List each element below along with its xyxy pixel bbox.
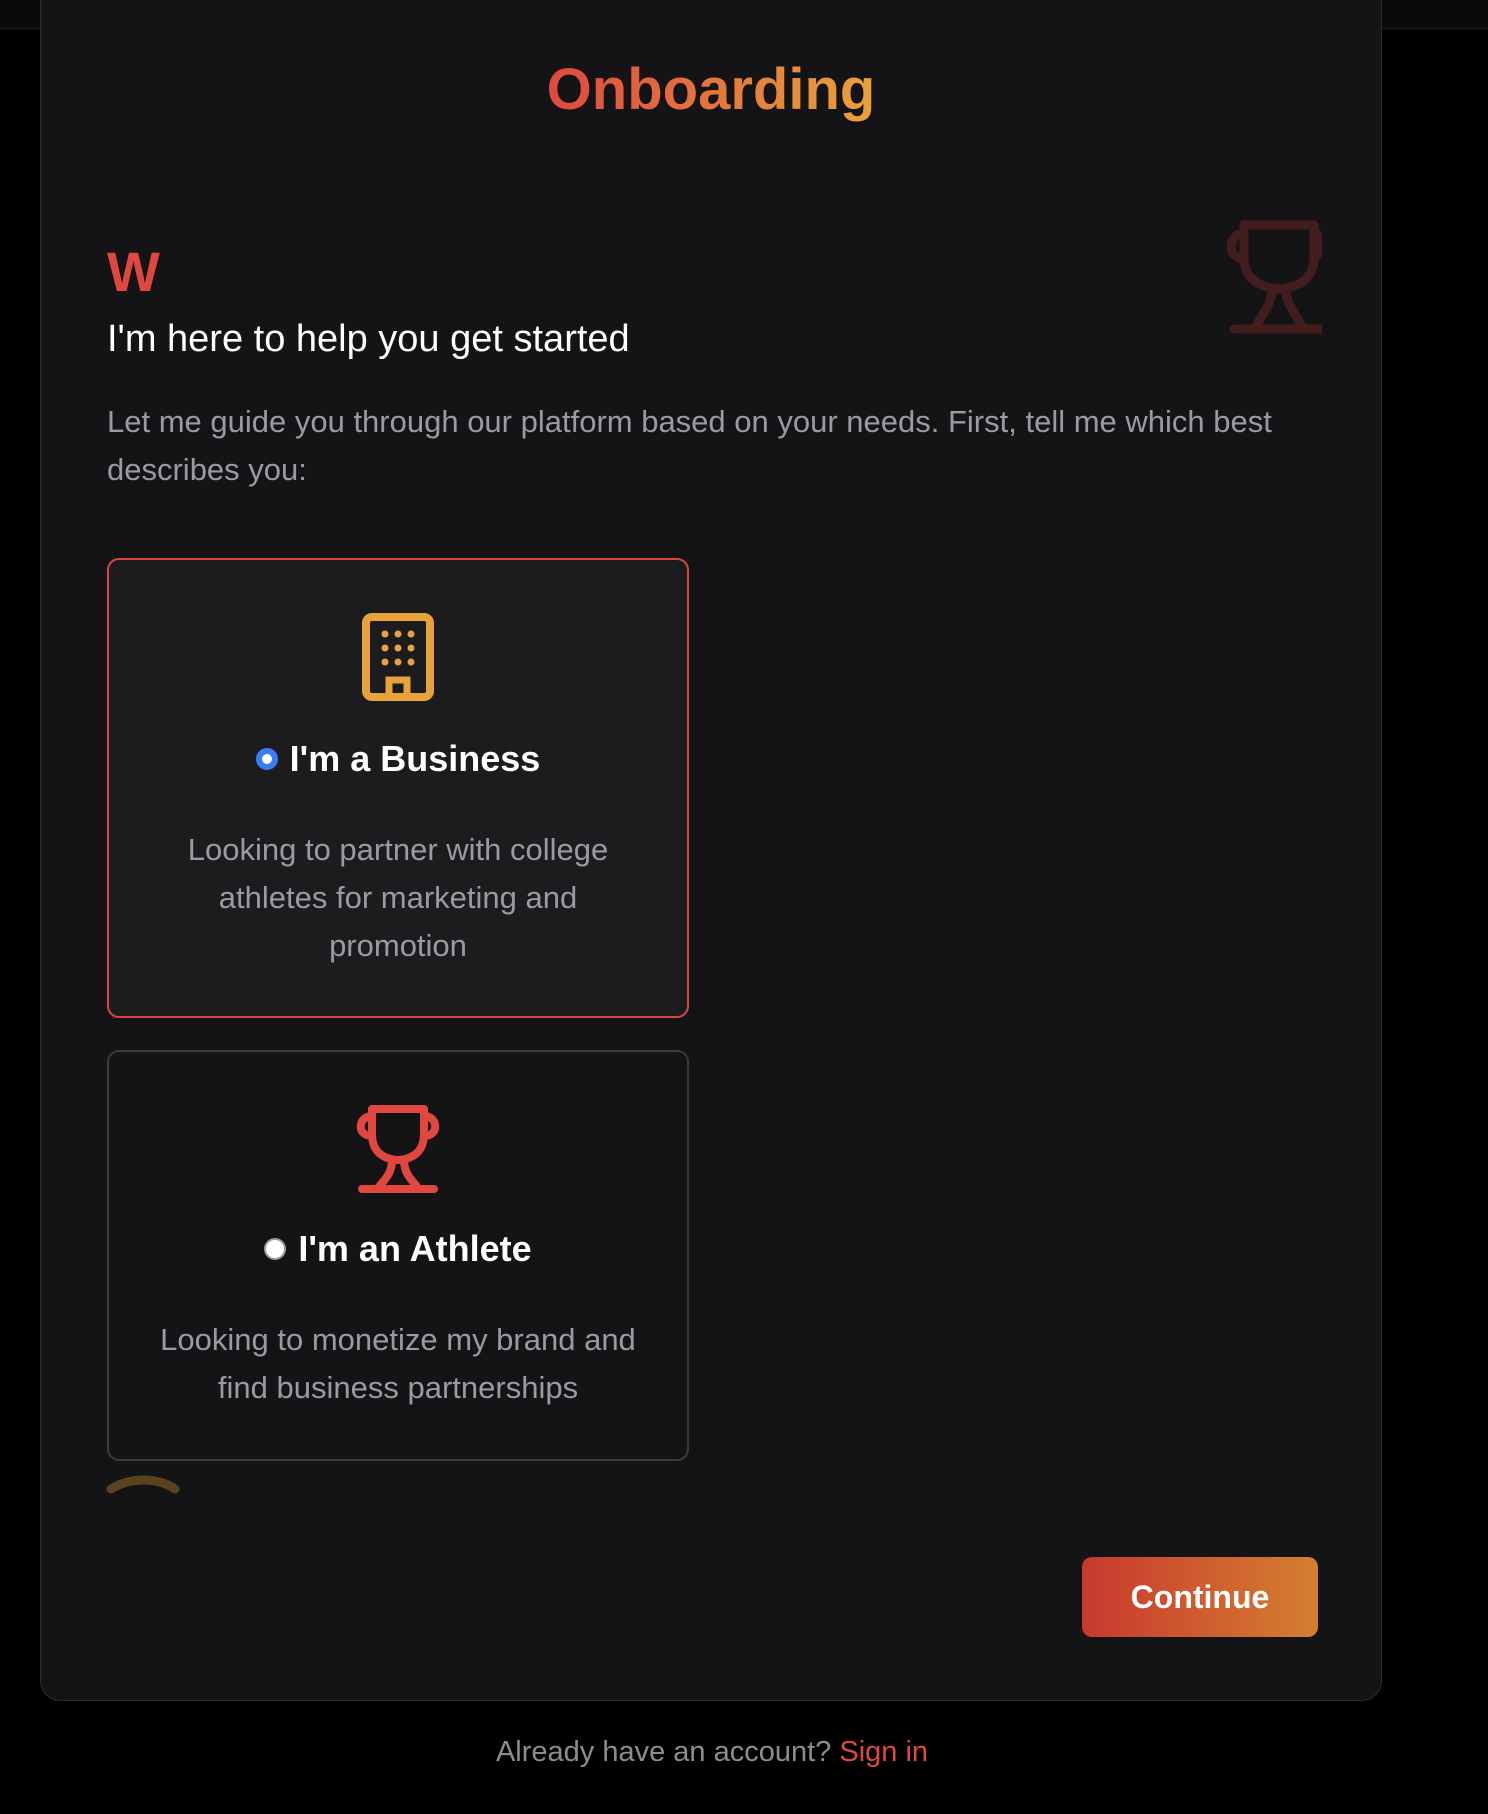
business-radio[interactable] [255, 748, 278, 770]
signin-footer: Already have an account? Sign in [0, 1732, 1424, 1772]
option-business-label: I'm a Business [289, 738, 541, 779]
continue-button[interactable]: Continue [1082, 1557, 1318, 1637]
option-athlete-description: Looking to monetize my brand and find bu… [160, 1322, 636, 1405]
building-icon [362, 613, 434, 701]
page-title: Onboarding [546, 57, 876, 122]
signin-prompt: Already have an account? [495, 1736, 832, 1768]
trophy-decoration-icon [1226, 220, 1322, 334]
assistant-initial: W [107, 240, 160, 303]
option-business-description: Looking to partner with college athletes… [187, 832, 609, 963]
option-athlete-label: I'm an Athlete [298, 1228, 532, 1269]
option-athlete-card[interactable]: I'm an Athlete Looking to monetize my br… [107, 1050, 689, 1461]
intro-text: Let me guide you through our platform ba… [107, 404, 1272, 487]
signin-link[interactable]: Sign in [839, 1736, 928, 1768]
option-business-header: I'm a Business [109, 738, 687, 780]
assistant-subtitle: I'm here to help you get started [107, 318, 630, 360]
trophy-icon [356, 1105, 440, 1193]
athlete-radio[interactable] [264, 1238, 287, 1260]
loading-spinner-icon [106, 1475, 180, 1494]
option-business-card[interactable]: I'm a Business Looking to partner with c… [107, 558, 689, 1018]
onboarding-card: Onboarding W I'm here to help you get st… [40, 0, 1382, 1701]
option-athlete-header: I'm an Athlete [109, 1228, 687, 1270]
